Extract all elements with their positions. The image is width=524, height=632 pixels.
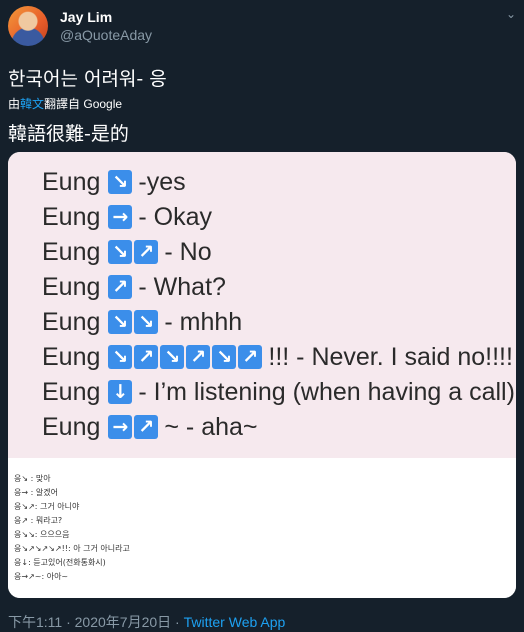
image-line: Eung → - Okay [42, 201, 212, 233]
tweet-image[interactable]: Eung ↘ -yes Eung → - Okay Eung ↘ ↗ - No Eung ↗ - Wha… [8, 152, 516, 598]
image-line-word: Eung [42, 342, 101, 371]
image-line: Eung ↗ - What? [42, 271, 226, 303]
translation-attribution[interactable]: 由韓文翻譯自 Google [8, 95, 122, 112]
image-note-line: 응↓: 듣고있어(전화통화시) [14, 558, 106, 567]
image-line-meaning: - No [164, 237, 212, 266]
arrow-icon: ↘ [108, 310, 133, 334]
image-line: Eung → ↗ ~ - aha~ [42, 411, 258, 443]
arrow-icon: ↗ [186, 345, 211, 369]
image-line: Eung ↘ ↗ ↘ ↗ ↘ ↗!!! - Never. I said no!!!! [42, 341, 513, 373]
image-line-word: Eung [42, 377, 101, 406]
author-display-name[interactable]: Jay Lim [60, 9, 112, 25]
image-note-line: 응→↗~: 아아~ [14, 572, 69, 581]
arrow-icon: ↗ [108, 275, 133, 299]
image-line-meaning: !!! - Never. I said no!!!! [268, 342, 513, 371]
arrow-icon: ↗ [238, 345, 263, 369]
image-line-meaning: -yes [138, 167, 186, 196]
translated-suffix: 翻譯自 Google [44, 97, 123, 111]
source-app-link[interactable]: Twitter Web App [184, 614, 286, 630]
image-line-word: Eung [42, 202, 101, 231]
image-line-word: Eung [42, 272, 101, 301]
image-bottom-panel: 응↘ : 맞아응→ : 알겠어응↘↗: 그거 아니야응↗ : 뭐라고? 응↘↘: … [8, 458, 516, 598]
image-line-meaning: - What? [138, 272, 226, 301]
image-line-word: Eung [42, 167, 101, 196]
image-note-line: 응↘↗↘↗↘↗!!: 아 그거 아니라고 [14, 544, 130, 553]
arrow-icon: ↘ [108, 345, 133, 369]
tweet-text: 한국어는 어려워- 응 [8, 68, 167, 90]
image-line-meaning: - I’m listening (when having a call) [138, 377, 515, 406]
author-handle[interactable]: @aQuoteAday [60, 27, 152, 43]
chevron-down-icon[interactable]: ⌄ [503, 6, 519, 22]
image-note-line: 응↘↘: 으으으음 [14, 530, 70, 539]
arrow-icon: ↘ [160, 345, 185, 369]
image-line-meaning: - mhhh [164, 307, 243, 336]
image-line: Eung ↓ - I’m listening (when having a call… [42, 376, 515, 408]
image-line-word: Eung [42, 237, 101, 266]
translated-prefix: 由 [8, 97, 21, 111]
image-note-line: 응↗ : 뭐라고? [14, 516, 63, 525]
tweet-meta: 下午1:11 · 2020年7月20日 · Twitter Web App [8, 612, 285, 632]
source-language-link[interactable]: 韓文 [20, 97, 44, 111]
image-line: Eung ↘ ↘ - mhhh [42, 306, 242, 338]
arrow-icon: ↘ [108, 240, 133, 264]
arrow-icon: → [108, 415, 133, 439]
image-note-line: 응↘↗: 그거 아니야 [14, 502, 80, 511]
arrow-icon: ↘ [134, 310, 159, 334]
image-line-meaning: ~ - aha~ [164, 412, 258, 441]
arrow-icon: ↘ [108, 170, 133, 194]
arrow-icon: ↗ [134, 345, 159, 369]
image-note-line: 응↘ : 맞아 [14, 474, 51, 483]
avatar[interactable] [8, 6, 48, 46]
image-line-meaning: - Okay [138, 202, 213, 231]
arrow-icon: ↗ [134, 415, 159, 439]
timestamp[interactable]: 下午1:11 · 2020年7月20日 · [8, 614, 184, 630]
image-note-line: 응→ : 알겠어 [14, 488, 58, 497]
arrow-icon: ↓ [108, 380, 133, 404]
arrow-icon: → [108, 205, 133, 229]
image-top-panel: Eung ↘ -yes Eung → - Okay Eung ↘ ↗ - No Eung ↗ - Wha… [8, 152, 516, 458]
image-line-word: Eung [42, 307, 101, 336]
tweet-header: Jay Lim @aQuoteAday ⌄ [0, 0, 524, 54]
image-line-word: Eung [42, 412, 101, 441]
image-line: Eung ↘ -yes [42, 166, 186, 198]
arrow-icon: ↘ [212, 345, 237, 369]
arrow-icon: ↗ [134, 240, 159, 264]
translated-tweet-text: 韓語很難-是的 [8, 123, 129, 145]
image-line: Eung ↘ ↗ - No [42, 236, 212, 268]
